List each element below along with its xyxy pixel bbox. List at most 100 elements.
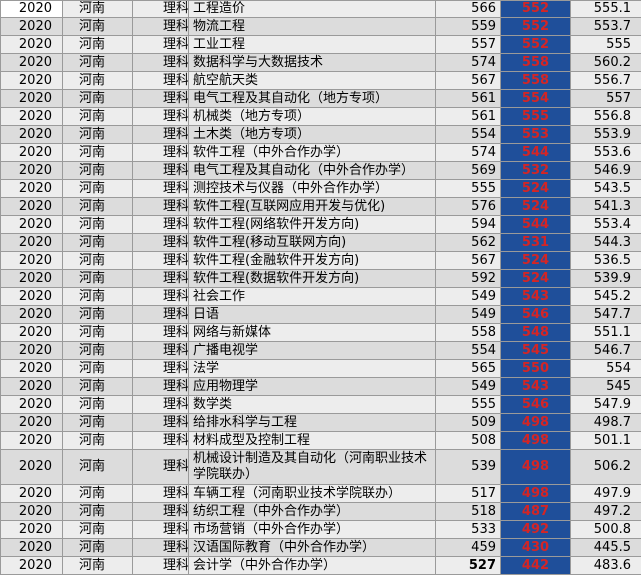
major-cell: 软件工程(网络软件开发方向) [189, 216, 436, 234]
min-score-cell: 559 [436, 18, 501, 36]
year-cell: 2020 [1, 144, 63, 162]
province-cell: 河南 [63, 36, 133, 54]
table-row: 2020河南理科汉语国际教育（中外合作办学）459430445.5 [1, 539, 641, 557]
year-cell: 2020 [1, 18, 63, 36]
min-score-cell: 565 [436, 360, 501, 378]
category-cell: 理科 [133, 360, 189, 378]
avg-score-cell: 556.7 [571, 72, 641, 90]
min-score-cell: 574 [436, 54, 501, 72]
year-cell: 2020 [1, 521, 63, 539]
category-cell: 理科 [133, 503, 189, 521]
province-cell: 河南 [63, 90, 133, 108]
table-row: 2020河南理科日语549546547.7 [1, 306, 641, 324]
year-cell: 2020 [1, 108, 63, 126]
year-cell: 2020 [1, 485, 63, 503]
year-cell: 2020 [1, 180, 63, 198]
year-cell: 2020 [1, 90, 63, 108]
scores-table: 2020河南理科工程造价566552555.12020河南理科物流工程55955… [0, 0, 641, 575]
control-line-cell: 555 [501, 108, 571, 126]
province-cell: 河南 [63, 216, 133, 234]
min-score-cell: 562 [436, 234, 501, 252]
province-cell: 河南 [63, 503, 133, 521]
control-line-cell: 524 [501, 180, 571, 198]
year-cell: 2020 [1, 252, 63, 270]
table-row: 2020河南理科数学类555546547.9 [1, 396, 641, 414]
min-score-cell: 567 [436, 252, 501, 270]
year-cell: 2020 [1, 378, 63, 396]
category-cell: 理科 [133, 306, 189, 324]
min-score-cell: 533 [436, 521, 501, 539]
avg-score-cell: 560.2 [571, 54, 641, 72]
year-cell: 2020 [1, 324, 63, 342]
province-cell: 河南 [63, 72, 133, 90]
year-cell: 2020 [1, 503, 63, 521]
major-cell: 市场营销（中外合作办学） [189, 521, 436, 539]
category-cell: 理科 [133, 144, 189, 162]
year-cell: 2020 [1, 54, 63, 72]
table-row: 2020河南理科测控技术与仪器（中外合作办学）555524543.5 [1, 180, 641, 198]
year-cell: 2020 [1, 306, 63, 324]
control-line-cell: 498 [501, 485, 571, 503]
province-cell: 河南 [63, 54, 133, 72]
avg-score-cell: 546.9 [571, 162, 641, 180]
table-row: 2020河南理科机械类（地方专项）561555556.8 [1, 108, 641, 126]
avg-score-cell: 553.9 [571, 126, 641, 144]
major-cell: 法学 [189, 360, 436, 378]
category-cell: 理科 [133, 414, 189, 432]
control-line-cell: 550 [501, 360, 571, 378]
category-cell: 理科 [133, 342, 189, 360]
table-row: 2020河南理科电气工程及其自动化（地方专项）561554557 [1, 90, 641, 108]
control-line-cell: 498 [501, 414, 571, 432]
table-row: 2020河南理科网络与新媒体558548551.1 [1, 324, 641, 342]
avg-score-cell: 551.1 [571, 324, 641, 342]
major-cell: 汉语国际教育（中外合作办学） [189, 539, 436, 557]
min-score-cell: 509 [436, 414, 501, 432]
category-cell: 理科 [133, 521, 189, 539]
control-line-cell: 554 [501, 90, 571, 108]
year-cell: 2020 [1, 72, 63, 90]
avg-score-cell: 497.9 [571, 485, 641, 503]
min-score-cell: 549 [436, 288, 501, 306]
year-cell: 2020 [1, 234, 63, 252]
year-cell: 2020 [1, 539, 63, 557]
major-cell: 电气工程及其自动化（地方专项） [189, 90, 436, 108]
avg-score-cell: 553.7 [571, 18, 641, 36]
min-score-cell: 576 [436, 198, 501, 216]
avg-score-cell: 553.6 [571, 144, 641, 162]
min-score-cell: 569 [436, 162, 501, 180]
category-cell: 理科 [133, 396, 189, 414]
major-cell: 给排水科学与工程 [189, 414, 436, 432]
year-cell: 2020 [1, 432, 63, 450]
control-line-cell: 558 [501, 54, 571, 72]
table-row: 2020河南理科材料成型及控制工程508498501.1 [1, 432, 641, 450]
major-cell: 纺织工程（中外合作办学） [189, 503, 436, 521]
category-cell: 理科 [133, 270, 189, 288]
table-row: 2020河南理科给排水科学与工程509498498.7 [1, 414, 641, 432]
min-score-cell: 574 [436, 144, 501, 162]
control-line-cell: 487 [501, 503, 571, 521]
category-cell: 理科 [133, 1, 189, 18]
min-score-cell: 557 [436, 36, 501, 54]
category-cell: 理科 [133, 36, 189, 54]
control-line-cell: 552 [501, 1, 571, 18]
category-cell: 理科 [133, 216, 189, 234]
province-cell: 河南 [63, 126, 133, 144]
control-line-cell: 531 [501, 234, 571, 252]
control-line-cell: 430 [501, 539, 571, 557]
control-line-cell: 532 [501, 162, 571, 180]
year-cell: 2020 [1, 342, 63, 360]
major-cell: 机械类（地方专项） [189, 108, 436, 126]
control-line-cell: 498 [501, 450, 571, 485]
province-cell: 河南 [63, 234, 133, 252]
min-score-cell: 518 [436, 503, 501, 521]
year-cell: 2020 [1, 396, 63, 414]
table-row: 2020河南理科工程造价566552555.1 [1, 1, 641, 18]
avg-score-cell: 555.1 [571, 1, 641, 18]
avg-score-cell: 555 [571, 36, 641, 54]
major-cell: 物流工程 [189, 18, 436, 36]
min-score-cell: 508 [436, 432, 501, 450]
control-line-cell: 544 [501, 144, 571, 162]
province-cell: 河南 [63, 485, 133, 503]
avg-score-cell: 500.8 [571, 521, 641, 539]
major-cell: 材料成型及控制工程 [189, 432, 436, 450]
